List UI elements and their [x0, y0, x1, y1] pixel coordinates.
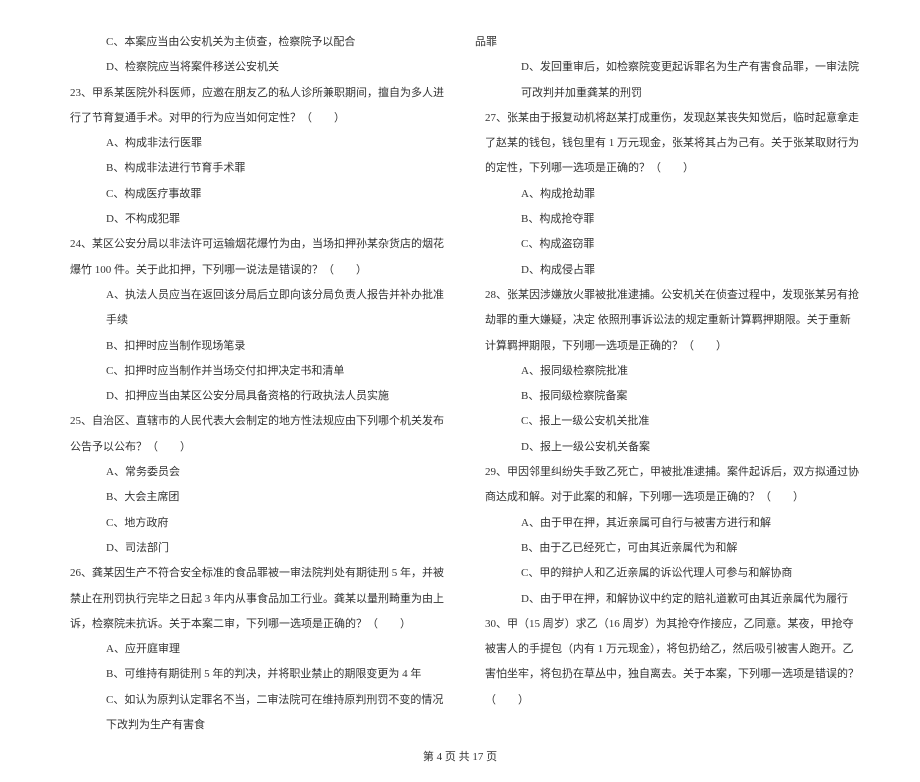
- q23-option-d: D、不构成犯罪: [60, 207, 445, 232]
- q27-option-a: A、构成抢劫罪: [475, 182, 860, 207]
- q30-stem: 30、甲（15 周岁）求乙（16 周岁）为其抢夺作接应，乙同意。某夜，甲抢夺被害…: [475, 612, 860, 713]
- q25-option-b: B、大会主席团: [60, 485, 445, 510]
- q23-option-c: C、构成医疗事故罪: [60, 182, 445, 207]
- q22-option-d: D、检察院应当将案件移送公安机关: [60, 55, 445, 80]
- right-column: 品罪 D、发回重审后，如检察院变更起诉罪名为生产有害食品罪，一审法院可改判并加重…: [475, 30, 860, 738]
- q25-option-c: C、地方政府: [60, 511, 445, 536]
- q24-option-a: A、执法人员应当在返回该分局后立即向该分局负责人报告并补办批准手续: [60, 283, 445, 334]
- q23-stem: 23、甲系某医院外科医师，应邀在朋友乙的私人诊所兼职期间，擅自为多人进行了节育复…: [60, 81, 445, 132]
- q29-option-d: D、由于甲在押，和解协议中约定的赔礼道歉可由其近亲属代为履行: [475, 587, 860, 612]
- q25-stem: 25、自治区、直辖市的人民代表大会制定的地方性法规应由下列哪个机关发布公告予以公…: [60, 409, 445, 460]
- q26-option-b: B、可维持有期徒刑 5 年的判决，并将职业禁止的期限变更为 4 年: [60, 662, 445, 687]
- q26-option-d: D、发回重审后，如检察院变更起诉罪名为生产有害食品罪，一审法院可改判并加重龚某的…: [475, 55, 860, 106]
- q26-stem: 26、龚某因生产不符合安全标准的食品罪被一审法院判处有期徒刑 5 年，并被禁止在…: [60, 561, 445, 637]
- q29-option-c: C、甲的辩护人和乙近亲属的诉讼代理人可参与和解协商: [475, 561, 860, 586]
- page-footer: 第 4 页 共 17 页: [0, 748, 920, 782]
- q22-option-c: C、本案应当由公安机关为主侦查，检察院予以配合: [60, 30, 445, 55]
- q24-option-b: B、扣押时应当制作现场笔录: [60, 334, 445, 359]
- q23-option-b: B、构成非法进行节育手术罪: [60, 156, 445, 181]
- q24-option-c: C、扣押时应当制作并当场交付扣押决定书和清单: [60, 359, 445, 384]
- left-column: C、本案应当由公安机关为主侦查，检察院予以配合 D、检察院应当将案件移送公安机关…: [60, 30, 445, 738]
- q28-option-d: D、报上一级公安机关备案: [475, 435, 860, 460]
- q28-option-b: B、报同级检察院备案: [475, 384, 860, 409]
- q25-option-d: D、司法部门: [60, 536, 445, 561]
- q26-option-c: C、如认为原判认定罪名不当，二审法院可在维持原判刑罚不变的情况下改判为生产有害食: [60, 688, 445, 739]
- q24-stem: 24、某区公安分局以非法许可运输烟花爆竹为由，当场扣押孙某杂货店的烟花爆竹 10…: [60, 232, 445, 283]
- q29-stem: 29、甲因邻里纠纷失手致乙死亡，甲被批准逮捕。案件起诉后，双方拟通过协商达成和解…: [475, 460, 860, 511]
- q28-option-c: C、报上一级公安机关批准: [475, 409, 860, 434]
- q27-stem: 27、张某由于报复动机将赵某打成重伤，发现赵某丧失知觉后，临时起意拿走了赵某的钱…: [475, 106, 860, 182]
- q28-stem: 28、张某因涉嫌放火罪被批准逮捕。公安机关在侦查过程中，发现张某另有抢劫罪的重大…: [475, 283, 860, 359]
- q27-option-d: D、构成侵占罪: [475, 258, 860, 283]
- q28-option-a: A、报同级检察院批准: [475, 359, 860, 384]
- q29-option-a: A、由于甲在押，其近亲属可自行与被害方进行和解: [475, 511, 860, 536]
- q27-option-b: B、构成抢夺罪: [475, 207, 860, 232]
- q23-option-a: A、构成非法行医罪: [60, 131, 445, 156]
- q25-option-a: A、常务委员会: [60, 460, 445, 485]
- page-content: C、本案应当由公安机关为主侦查，检察院予以配合 D、检察院应当将案件移送公安机关…: [0, 0, 920, 748]
- q24-option-d: D、扣押应当由某区公安分局具备资格的行政执法人员实施: [60, 384, 445, 409]
- q29-option-b: B、由于乙已经死亡，可由其近亲属代为和解: [475, 536, 860, 561]
- q27-option-c: C、构成盗窃罪: [475, 232, 860, 257]
- q26-cont: 品罪: [475, 30, 860, 55]
